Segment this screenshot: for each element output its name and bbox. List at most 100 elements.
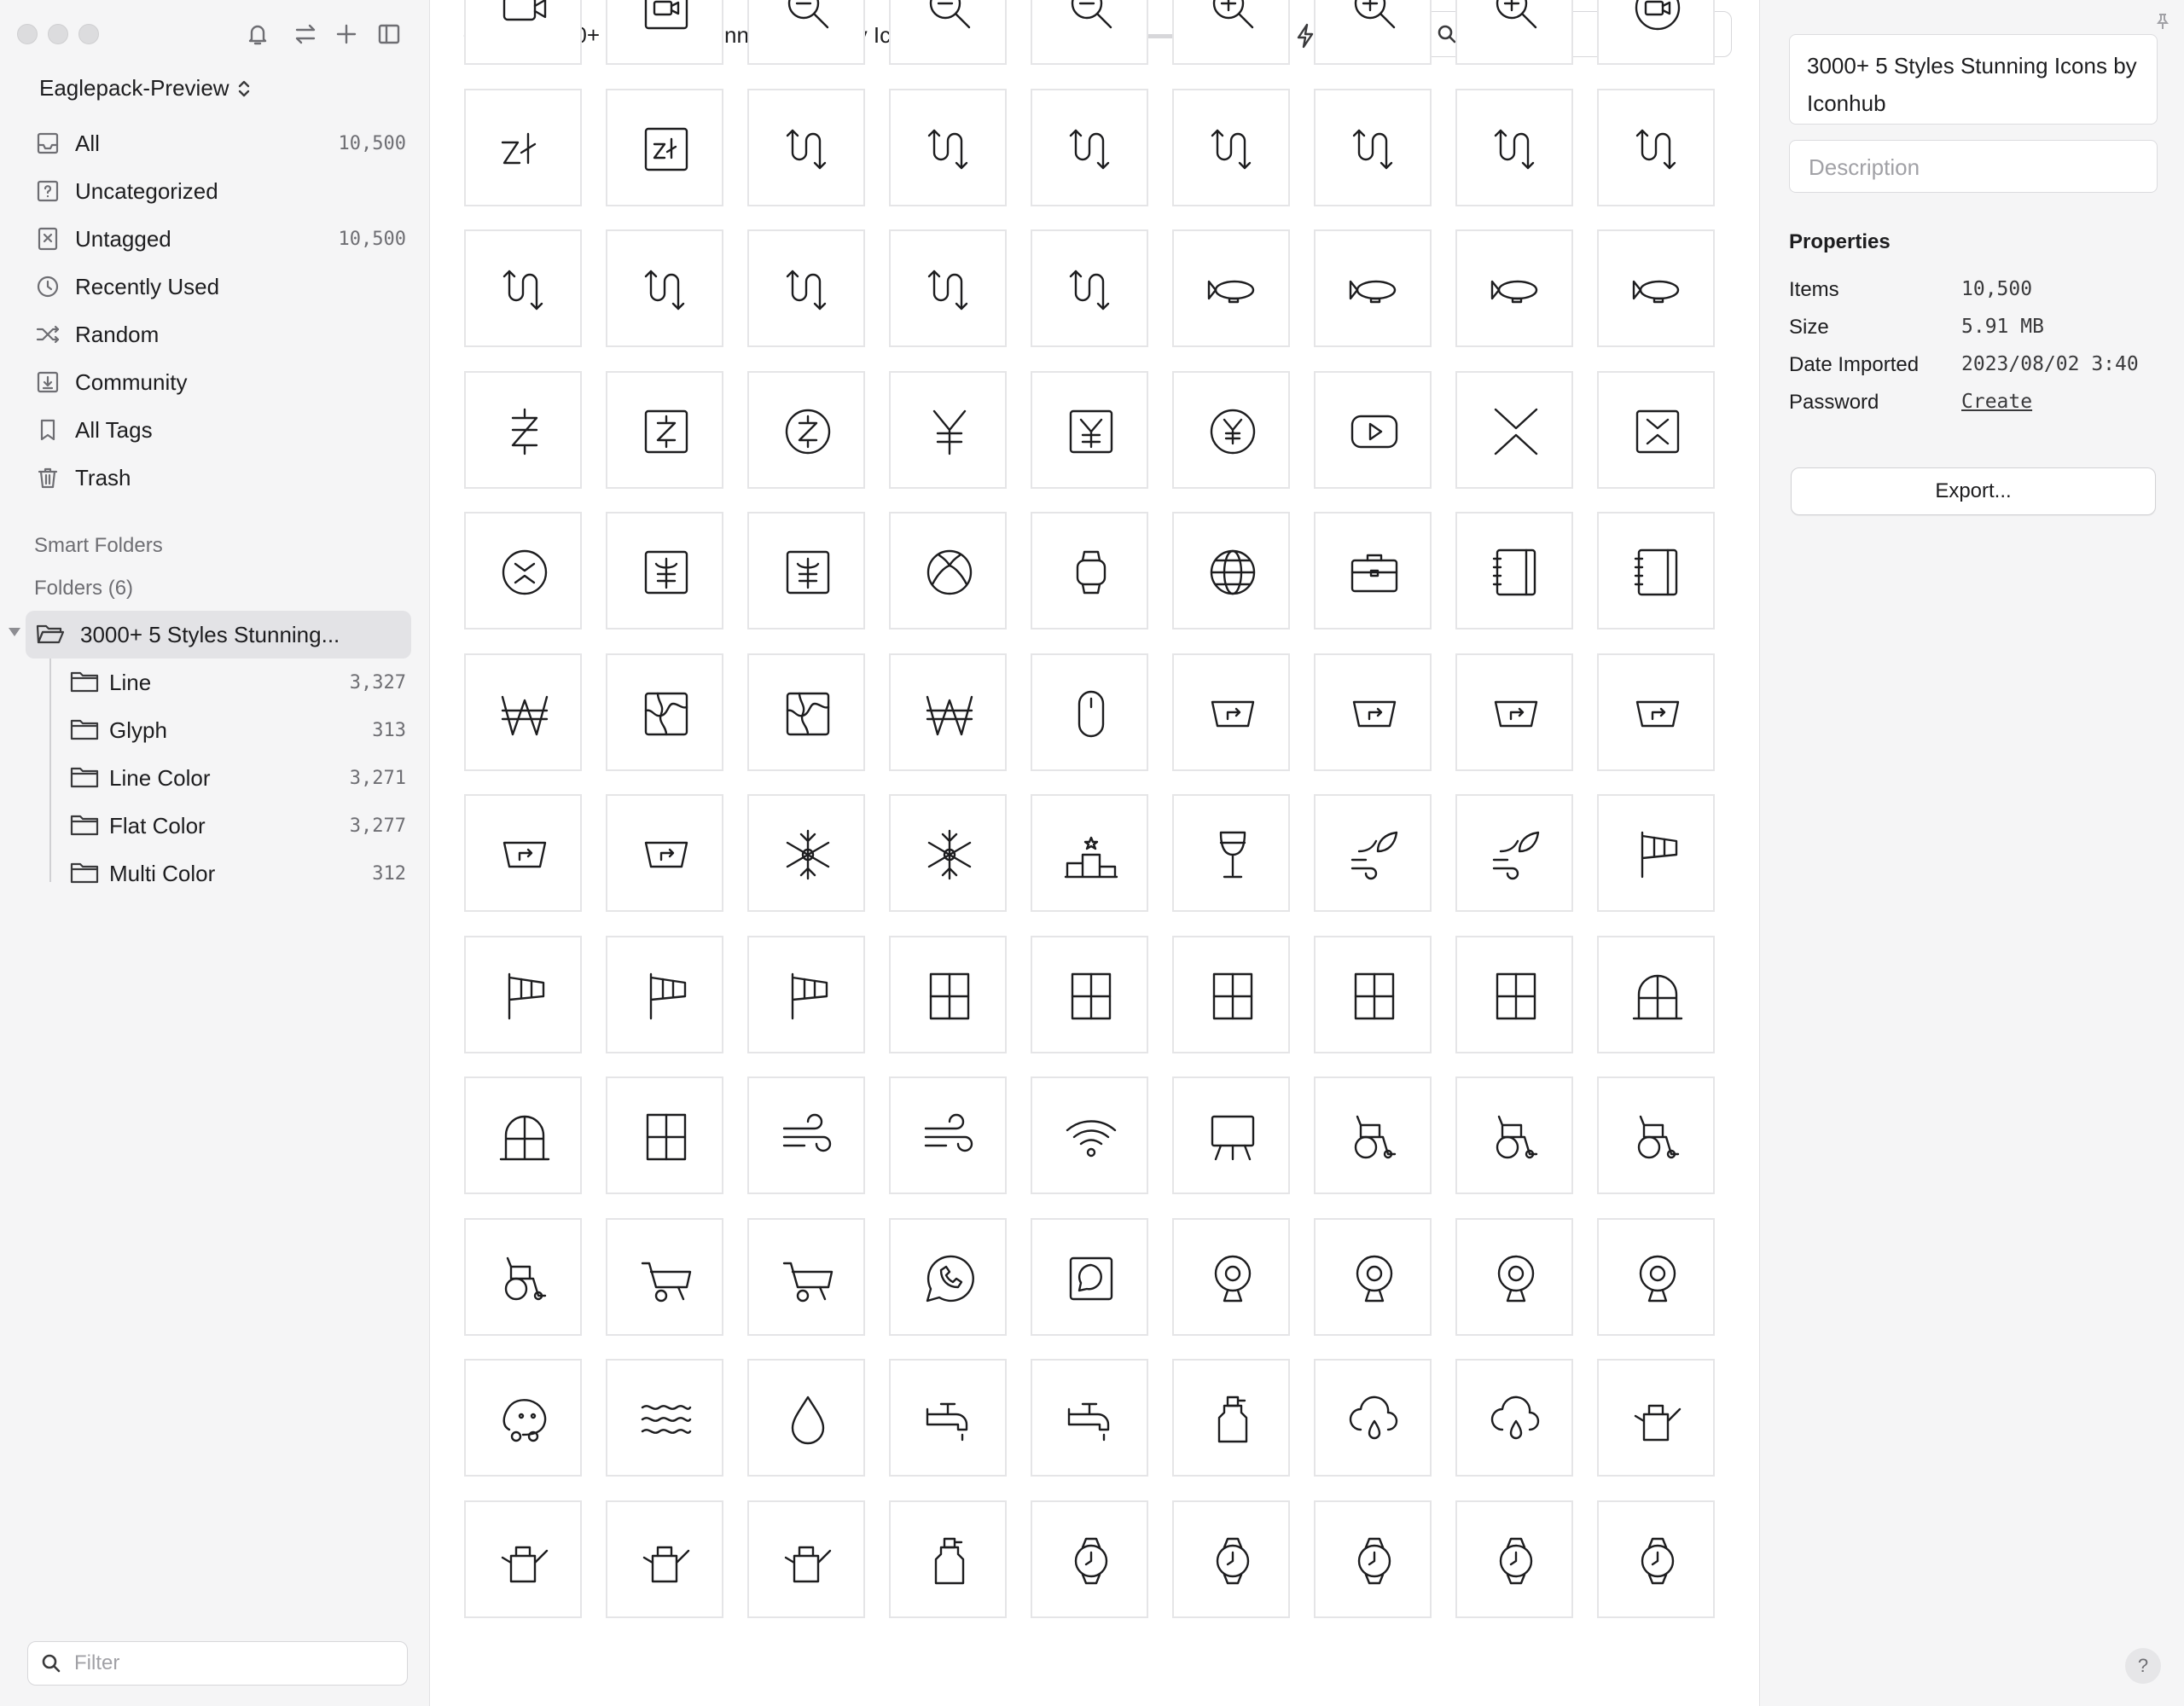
icon-grid-item[interactable] [464,794,582,912]
sidebar-item-random[interactable]: Random [34,314,406,355]
icon-grid-item[interactable] [1031,512,1148,630]
icon-grid-item[interactable] [606,229,723,347]
icon-grid-item[interactable] [889,936,1007,1053]
window-close-button[interactable] [17,24,38,44]
icon-grid-item[interactable] [1597,512,1715,630]
icon-grid-item[interactable] [1455,0,1573,65]
icon-grid-item[interactable] [1455,1076,1573,1194]
create-password-link[interactable]: Create [1961,391,2032,413]
icon-grid-item[interactable] [1597,936,1715,1053]
icon-grid-item[interactable] [1314,1359,1432,1477]
icon-grid-item[interactable] [606,371,723,489]
icon-grid-item[interactable] [747,512,865,630]
export-button[interactable]: Export... [1791,467,2156,515]
icon-grid-item[interactable] [1172,512,1290,630]
icon-grid-item[interactable] [747,1359,865,1477]
icon-grid-item[interactable] [464,1359,582,1477]
icon-grid-item[interactable] [747,371,865,489]
icon-grid-item[interactable] [606,653,723,771]
icon-grid-item[interactable] [464,1218,582,1336]
icon-grid-item[interactable] [1455,1218,1573,1336]
sidebar-item-uncategorized[interactable]: Uncategorized [34,171,406,212]
description-field[interactable] [1789,140,2158,193]
sidebar-item-community[interactable]: Community [34,362,406,403]
icon-grid-item[interactable] [464,936,582,1053]
icon-grid-item[interactable] [1172,229,1290,347]
icon-grid-item[interactable] [1031,794,1148,912]
icon-grid-item[interactable] [1172,1500,1290,1618]
icon-grid-item[interactable] [606,89,723,206]
icon-grid-item[interactable] [747,1500,865,1618]
folder-item-line-color[interactable]: Line Color 3,271 [70,757,406,798]
icon-grid-item[interactable] [1031,1500,1148,1618]
icon-grid-item[interactable] [1455,371,1573,489]
icon-grid-item[interactable] [1172,89,1290,206]
icon-grid-item[interactable] [1314,794,1432,912]
sidebar-item-all[interactable]: All 10,500 [34,123,406,164]
folder-item-line[interactable]: Line 3,327 [70,662,406,703]
add-button[interactable] [331,19,362,49]
help-button[interactable]: ? [2125,1648,2161,1684]
icon-grid-item[interactable] [1597,1500,1715,1618]
icon-grid-item[interactable] [464,512,582,630]
library-switcher[interactable]: Eaglepack-Preview [39,75,252,102]
icon-grid-item[interactable] [464,1076,582,1194]
icon-grid-item[interactable] [606,794,723,912]
icon-grid-item[interactable] [1455,794,1573,912]
icon-grid-item[interactable] [1455,1359,1573,1477]
icon-grid-item[interactable] [1597,794,1715,912]
icon-grid-item[interactable] [889,371,1007,489]
icon-grid-item[interactable] [1314,936,1432,1053]
icon-grid-item[interactable] [606,0,723,65]
folder-item-flat-color[interactable]: Flat Color 3,277 [70,805,406,846]
icon-grid-item[interactable] [606,1500,723,1618]
icon-grid-item[interactable] [889,1218,1007,1336]
icon-grid-item[interactable] [747,653,865,771]
icon-grid-item[interactable] [1031,89,1148,206]
name-field[interactable]: 3000+ 5 Styles Stunning Icons by Iconhub [1789,34,2158,125]
sidebar-item-trash[interactable]: Trash [34,457,406,498]
icon-grid-item[interactable] [747,936,865,1053]
icon-grid-item[interactable] [1314,512,1432,630]
icon-grid-item[interactable] [747,1076,865,1194]
icon-grid-item[interactable] [1314,0,1432,65]
icon-grid-item[interactable] [1314,229,1432,347]
icon-grid-item[interactable] [889,653,1007,771]
icon-grid-item[interactable] [1172,371,1290,489]
icon-grid-item[interactable] [1597,1218,1715,1336]
sidebar-item-untagged[interactable]: Untagged 10,500 [34,218,406,259]
icon-grid-item[interactable] [1031,371,1148,489]
icon-grid-item[interactable] [1455,1500,1573,1618]
icon-grid-item[interactable] [1455,229,1573,347]
icon-grid-item[interactable] [1172,1076,1290,1194]
icon-grid-item[interactable] [1031,936,1148,1053]
icon-grid-item[interactable] [606,512,723,630]
notification-button[interactable] [242,19,273,49]
icon-grid-item[interactable] [1597,229,1715,347]
icon-grid-item[interactable] [747,0,865,65]
icon-grid-item[interactable] [889,794,1007,912]
icon-grid-item[interactable] [889,512,1007,630]
icon-grid-item[interactable] [464,229,582,347]
icon-grid-item[interactable] [1314,1076,1432,1194]
icon-grid-item[interactable] [1031,653,1148,771]
folder-item-glyph[interactable]: Glyph 313 [70,710,406,751]
folder-item-multi-color[interactable]: Multi Color 312 [70,853,406,894]
folder-root-item[interactable]: 3000+ 5 Styles Stunning... [9,611,411,659]
icon-grid-item[interactable] [1597,1359,1715,1477]
icon-grid-item[interactable] [1597,371,1715,489]
window-zoom-button[interactable] [78,24,99,44]
icon-grid-item[interactable] [1597,1076,1715,1194]
icon-grid-item[interactable] [1314,1218,1432,1336]
icon-grid-item[interactable] [1172,794,1290,912]
icon-grid-item[interactable] [1314,1500,1432,1618]
icon-grid-item[interactable] [606,1218,723,1336]
icon-grid-item[interactable] [464,371,582,489]
icon-grid-item[interactable] [1455,653,1573,771]
icon-grid-item[interactable] [889,229,1007,347]
pin-icon[interactable] [2153,12,2172,31]
icon-grid-item[interactable] [606,1076,723,1194]
icon-grid-item[interactable] [747,1218,865,1336]
icon-grid-item[interactable] [1172,1218,1290,1336]
icon-grid-item[interactable] [1314,89,1432,206]
